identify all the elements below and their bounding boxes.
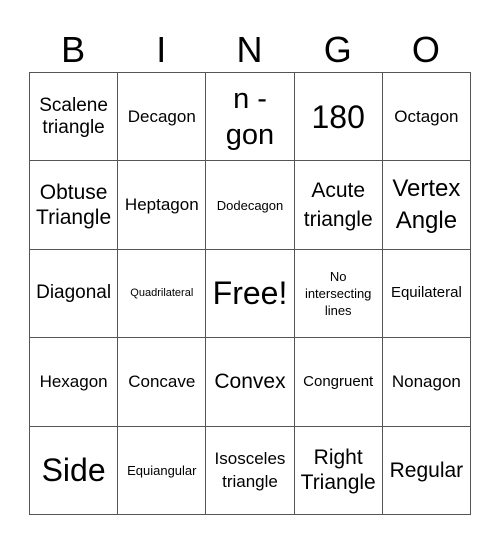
cell-label: Convex [214, 370, 286, 394]
bingo-cell[interactable]: Octagon [382, 73, 471, 162]
cell-label: n - gon [225, 82, 275, 151]
cell-label: Isosceles triangle [214, 449, 286, 492]
cell-label: Acute triangle [303, 179, 373, 232]
bingo-cell[interactable]: Acute triangle [294, 161, 383, 250]
bingo-cell[interactable]: No intersecting lines [294, 249, 383, 339]
bingo-cell[interactable]: Hexagon [30, 338, 119, 427]
bingo-cell[interactable]: Equiangular [118, 426, 207, 515]
bingo-cell[interactable]: Vertex Angle [382, 161, 471, 250]
bingo-cell[interactable]: Heptagon [118, 161, 207, 250]
bingo-cell[interactable]: Equilateral [382, 249, 471, 339]
cell-label: Scalene triangle [39, 94, 108, 138]
bingo-cell[interactable]: Right Triangle [294, 426, 383, 515]
bingo-cell[interactable]: Quadrilateral [118, 249, 207, 339]
cell-label: Vertex Angle [392, 175, 461, 235]
cell-label: Equiangular [127, 462, 197, 478]
bingo-header: B I N G O [29, 28, 470, 72]
bingo-cell[interactable]: Regular [382, 426, 471, 515]
bingo-cell[interactable]: Scalene triangle [30, 73, 119, 162]
cell-label: Regular [389, 458, 464, 482]
cell-label: Octagon [394, 106, 459, 126]
bingo-cell[interactable]: 180 [294, 73, 383, 162]
bingo-cell[interactable]: Convex [206, 338, 295, 427]
header-letter-o: O [411, 29, 440, 70]
bingo-cell[interactable]: n - gon [206, 73, 295, 162]
cell-label: Diagonal [36, 282, 112, 304]
bingo-cell[interactable]: Nonagon [382, 338, 471, 427]
cell-label: 180 [311, 98, 365, 135]
cell-label: Nonagon [391, 371, 461, 391]
bingo-cell[interactable]: Free! [206, 249, 295, 339]
cell-label: Side [41, 452, 106, 489]
cell-label: Hexagon [39, 371, 108, 391]
free-space: Free! [212, 275, 288, 312]
cell-label: Dodecagon [216, 197, 284, 213]
cell-label: Equilateral [390, 284, 462, 302]
bingo-cell[interactable]: Congruent [294, 338, 383, 427]
bingo-cell[interactable]: Dodecagon [206, 161, 295, 250]
bingo-cell[interactable]: Decagon [118, 73, 207, 162]
bingo-cell[interactable]: Obtuse Triangle [30, 161, 119, 250]
cell-label: Quadrilateral [130, 287, 194, 300]
cell-label: Obtuse Triangle [36, 181, 112, 230]
bingo-cell[interactable]: Diagonal [30, 249, 119, 339]
cell-label: Decagon [127, 106, 196, 126]
bingo-cell[interactable]: Isosceles triangle [206, 426, 295, 515]
cell-label: Congruent [303, 372, 374, 390]
header-letter-n: N [236, 29, 263, 70]
header-letter-i: I [156, 29, 167, 70]
cell-label: Concave [128, 371, 196, 391]
bingo-grid: Scalene triangle Decagon n - gon 180 Oct… [29, 72, 471, 515]
bingo-cell[interactable]: Concave [118, 338, 207, 427]
cell-label: No intersecting lines [304, 268, 372, 318]
cell-label: Heptagon [124, 195, 199, 215]
bingo-cell[interactable]: Side [30, 426, 119, 515]
cell-label: Right Triangle [300, 446, 376, 495]
header-letter-b: B [61, 29, 86, 70]
header-letter-g: G [323, 29, 352, 70]
